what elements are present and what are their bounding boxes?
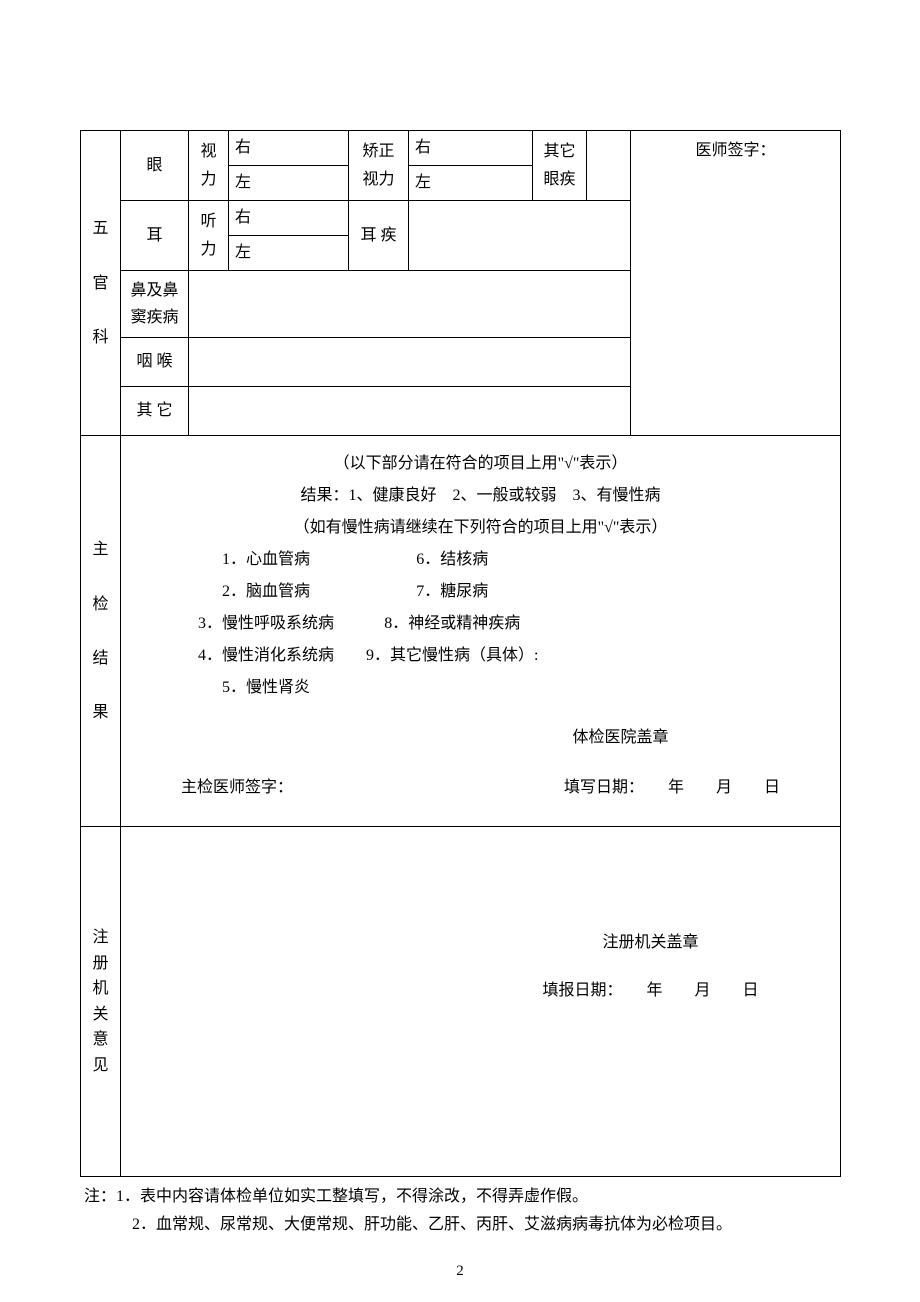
notes-section: 注：1．表中内容请体检单位如实工整填写，不得涂改，不得弄虚作假。 2．血常规、尿…	[80, 1183, 840, 1237]
registration-fill-date: 填报日期： 年 月 日	[141, 975, 820, 1007]
other-eye-disease-label: 其它 眼疾	[533, 131, 587, 201]
section-wuguan: 五 官 科	[81, 131, 121, 436]
registration-stamp: 注册机关盖章	[141, 927, 820, 959]
disease-1: 1．心血管病	[166, 544, 366, 576]
registration-content: 注册机关盖章 填报日期： 年 月 日	[121, 827, 841, 1177]
eye-label: 眼	[121, 131, 189, 201]
notes-prefix: 注：	[84, 1188, 116, 1205]
note-1: 1．表中内容请体检单位如实工整填写，不得涂改，不得弄虚作假。	[116, 1188, 588, 1205]
disease-5: 5．慢性肾炎	[166, 672, 366, 704]
section-registration: 注 册 机 关 意 见	[81, 827, 121, 1177]
other-label: 其 它	[121, 387, 189, 436]
hearing-left: 左	[229, 236, 349, 271]
hospital-stamp: 体检医院盖章	[141, 722, 820, 754]
other-value	[189, 387, 631, 436]
doctor-signature-cell: 医师签字：	[631, 131, 841, 436]
hearing-label: 听 力	[189, 201, 229, 271]
chief-doctor-signature: 主检医师签字：	[181, 772, 293, 804]
fill-date: 填写日期： 年 月 日	[564, 772, 780, 804]
nose-label: 鼻及鼻 窦疾病	[121, 271, 189, 338]
ear-disease-value	[409, 201, 631, 271]
ear-label: 耳	[121, 201, 189, 271]
main-check-content: （以下部分请在符合的项目上用"√"表示） 结果：1、健康良好 2、一般或较弱 3…	[121, 436, 841, 827]
disease-3: 3．慢性呼吸系统病	[166, 608, 366, 640]
medical-form-table: 五 官 科 眼 视 力 右 矫正 视力 右 其它 眼疾 医师签字： 左 左 耳 …	[80, 130, 841, 1177]
disease-2: 2．脑血管病	[166, 576, 366, 608]
corrected-right: 右	[409, 131, 533, 166]
maincheck-chronic-note: （如有慢性病请继续在下列符合的项目上用"√"表示）	[141, 512, 820, 544]
disease-6: 6．结核病	[366, 544, 538, 576]
page-number: 2	[80, 1238, 840, 1283]
vision-right: 右	[229, 131, 349, 166]
maincheck-intro: （以下部分请在符合的项目上用"√"表示）	[141, 448, 820, 480]
section-main-check: 主 检 结 果	[81, 436, 121, 827]
vision-label: 视 力	[189, 131, 229, 201]
throat-label: 咽 喉	[121, 338, 189, 387]
maincheck-result-line: 结果：1、健康良好 2、一般或较弱 3、有慢性病	[141, 480, 820, 512]
throat-value	[189, 338, 631, 387]
nose-value	[189, 271, 631, 338]
corrected-left: 左	[409, 166, 533, 201]
disease-4: 4．慢性消化系统病	[166, 640, 366, 672]
disease-8: 8．神经或精神疾病	[366, 608, 538, 640]
disease-7: 7．糖尿病	[366, 576, 538, 608]
corrected-vision-label: 矫正 视力	[349, 131, 409, 201]
ear-disease-label: 耳 疾	[349, 201, 409, 271]
disease-9: 9．其它慢性病（具体）:	[366, 640, 538, 672]
note-2: 2．血常规、尿常规、大便常规、肝功能、乙肝、丙肝、艾滋病病毒抗体为必检项目。	[84, 1211, 840, 1238]
vision-left: 左	[229, 166, 349, 201]
hearing-right: 右	[229, 201, 349, 236]
other-eye-disease-value	[587, 131, 631, 201]
